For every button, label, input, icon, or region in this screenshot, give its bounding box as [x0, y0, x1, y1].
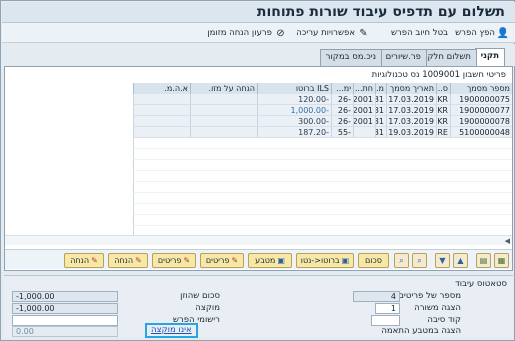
- open-items-panel: פריטי חשבון 1009001 נס טכנולוגיות מספר מ…: [4, 66, 513, 271]
- tab-residual-items[interactable]: פר.שיורים: [379, 49, 427, 66]
- discount-activate-button[interactable]: ✎ הנחה: [108, 253, 148, 268]
- horizontal-scrollbar[interactable]: ◀: [5, 235, 512, 245]
- column-header[interactable]: מספר מסמך: [450, 83, 512, 94]
- select-all-button[interactable]: ▦: [494, 253, 509, 268]
- display-from-field[interactable]: 1: [375, 303, 400, 314]
- not-assigned-label[interactable]: אינו מוקצה: [145, 323, 198, 338]
- items-deactivate-button[interactable]: ✎ פריטים: [152, 253, 196, 268]
- edit-options-button[interactable]: ✎ אפשרויות עריכה: [296, 26, 369, 40]
- empty-row: [133, 204, 512, 215]
- column-header[interactable]: ILS ברוטו: [257, 83, 331, 94]
- items-activate-button[interactable]: ✎ פריטים: [200, 253, 244, 268]
- cash-discount-clearing-button[interactable]: ⊘ פרעון הנחה מזומן: [207, 26, 286, 40]
- amount-entered-label: סכום שהוזן: [180, 291, 220, 301]
- amount-entered-field: -1,000.00: [12, 291, 118, 302]
- display-from-label: הצגה משורה: [414, 303, 461, 313]
- pencil-icon: ✎: [135, 256, 142, 265]
- cancel-charge-difference-button[interactable]: בטל חיוב הפרש: [391, 26, 448, 40]
- empty-row: [133, 215, 512, 226]
- panel-header: פריטי חשבון 1009001 נס טכנולוגיות: [5, 67, 512, 83]
- gross-net-button[interactable]: ▣ ברוטו<-נטו: [296, 253, 354, 268]
- difference-postings-field[interactable]: [12, 315, 118, 326]
- display-currency-label: הצגה במטבע התאמה: [381, 326, 461, 336]
- pencil-icon: ✎: [183, 256, 191, 265]
- assigned-label: מוקצה: [195, 303, 220, 313]
- table-row[interactable]: 1900000075 KR 17.03.2019 31 2001 -26 -12…: [5, 94, 512, 105]
- empty-row: [133, 171, 512, 182]
- tab-withholding-tax[interactable]: ניכ.מס במקור: [319, 49, 382, 66]
- column-header[interactable]: ימ...: [331, 83, 353, 94]
- tab-partial-payment[interactable]: תשלום חלקי: [419, 49, 477, 66]
- tab-standard[interactable]: תקני: [474, 48, 505, 66]
- reason-code-field[interactable]: [371, 315, 400, 326]
- reason-code-label: קוד סיבה: [427, 315, 461, 325]
- binoculars-icon: ⌕: [417, 255, 422, 265]
- not-assigned-field: 0.00: [12, 326, 118, 337]
- empty-row: [133, 160, 512, 171]
- grid-select-icon: ▦: [497, 256, 506, 265]
- distribute-difference-button[interactable]: 👤 הפץ הפרש: [455, 26, 509, 40]
- table-header: מספר מסמך ס.. תאריך מסמך מ.. חת... ימ...…: [5, 83, 512, 94]
- sort-descending-button[interactable]: ▼: [435, 253, 450, 268]
- table-row[interactable]: 5100000048 RE 19.03.2019 31 -55 -187.20: [5, 127, 512, 138]
- sort-ascending-icon: ▲: [457, 256, 464, 265]
- page-title: תשלום עם תדפיס עיבוד שורות פתוחות: [256, 4, 505, 20]
- binoculars-next-icon: ⌕: [399, 255, 404, 265]
- column-header[interactable]: מ..: [375, 83, 386, 94]
- table-row[interactable]: 1900000077 KR 17.03.2019 31 2001 -26 -1,…: [5, 105, 512, 116]
- sum-button[interactable]: סכום: [358, 253, 389, 268]
- status-title: סטאטוס עיבוד: [455, 279, 507, 289]
- items-count-field: 4: [353, 291, 400, 302]
- items-toolbar: ▦ ▤ ▲ ▼ ⌕ ⌕ סכום ▣ ברוטו<-נטו ▣ מטבע ✎ פ…: [5, 249, 512, 269]
- discount-deactivate-button[interactable]: ✎ הנחה: [64, 253, 104, 268]
- column-header[interactable]: ס..: [436, 83, 450, 94]
- tab-strip: תקני תשלום חלקי פר.שיורים ניכ.מס במקור: [2, 44, 515, 66]
- pencil-icon: ✎: [231, 256, 239, 265]
- processing-status: סטאטוס עיבוד מספר של פריטים 4 הצגה משורה…: [4, 275, 513, 338]
- application-toolbar: 👤 הפץ הפרש בטל חיוב הפרש ✎ אפשרויות עריכ…: [2, 23, 515, 43]
- table-row[interactable]: 1900000078 KR 17.03.2019 31 2001 -26 -30…: [5, 116, 512, 127]
- find-next-button[interactable]: ⌕: [394, 253, 409, 268]
- account-items-title: פריטי חשבון 1009001 נס טכנולוגיות: [371, 70, 506, 80]
- column-header[interactable]: הנחה על מזו.: [190, 83, 257, 94]
- scroll-left-icon[interactable]: ◀: [505, 237, 510, 245]
- currency-button[interactable]: ▣ מטבע: [248, 253, 292, 268]
- pencil-icon: ✎: [91, 256, 98, 265]
- empty-row: [133, 138, 512, 149]
- cancel-icon: ⊘: [276, 27, 285, 39]
- grid-deselect-icon: ▤: [479, 256, 488, 265]
- deselect-all-button[interactable]: ▤: [476, 253, 491, 268]
- column-header[interactable]: חת...: [353, 83, 375, 94]
- find-button[interactable]: ⌕: [412, 253, 427, 268]
- sort-ascending-button[interactable]: ▲: [453, 253, 468, 268]
- pencil-icon: ✎: [359, 27, 368, 39]
- column-header[interactable]: א.ה.מ.: [133, 83, 190, 94]
- calculator-icon: ▣: [341, 256, 350, 265]
- empty-row: [133, 149, 512, 160]
- items-count-label: מספר של פריטים: [398, 291, 461, 301]
- currency-icon: ▣: [277, 256, 285, 265]
- sort-descending-icon: ▼: [439, 256, 446, 265]
- app-window: תשלום עם תדפיס עיבוד שורות פתוחות 👤 הפץ …: [0, 0, 515, 341]
- empty-row: [133, 193, 512, 204]
- assigned-field: -1,000.00: [12, 303, 118, 314]
- column-header[interactable]: תאריך מסמך: [386, 83, 436, 94]
- title-bar: תשלום עם תדפיס עיבוד שורות פתוחות: [2, 2, 515, 23]
- empty-row: [133, 182, 512, 193]
- person-icon: 👤: [496, 27, 509, 39]
